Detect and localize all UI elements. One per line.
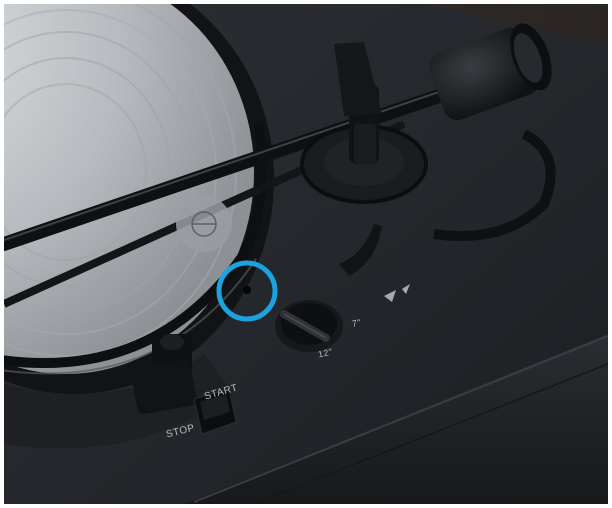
size-7-label: 7" [351,317,363,329]
image-canvas: START STOP 7" 12" [0,0,612,508]
turntable-scene [4,4,608,504]
turntable-photo [4,4,608,504]
adjustment-hole [243,286,251,294]
lift-disc [176,196,232,252]
size-selector [275,300,343,352]
